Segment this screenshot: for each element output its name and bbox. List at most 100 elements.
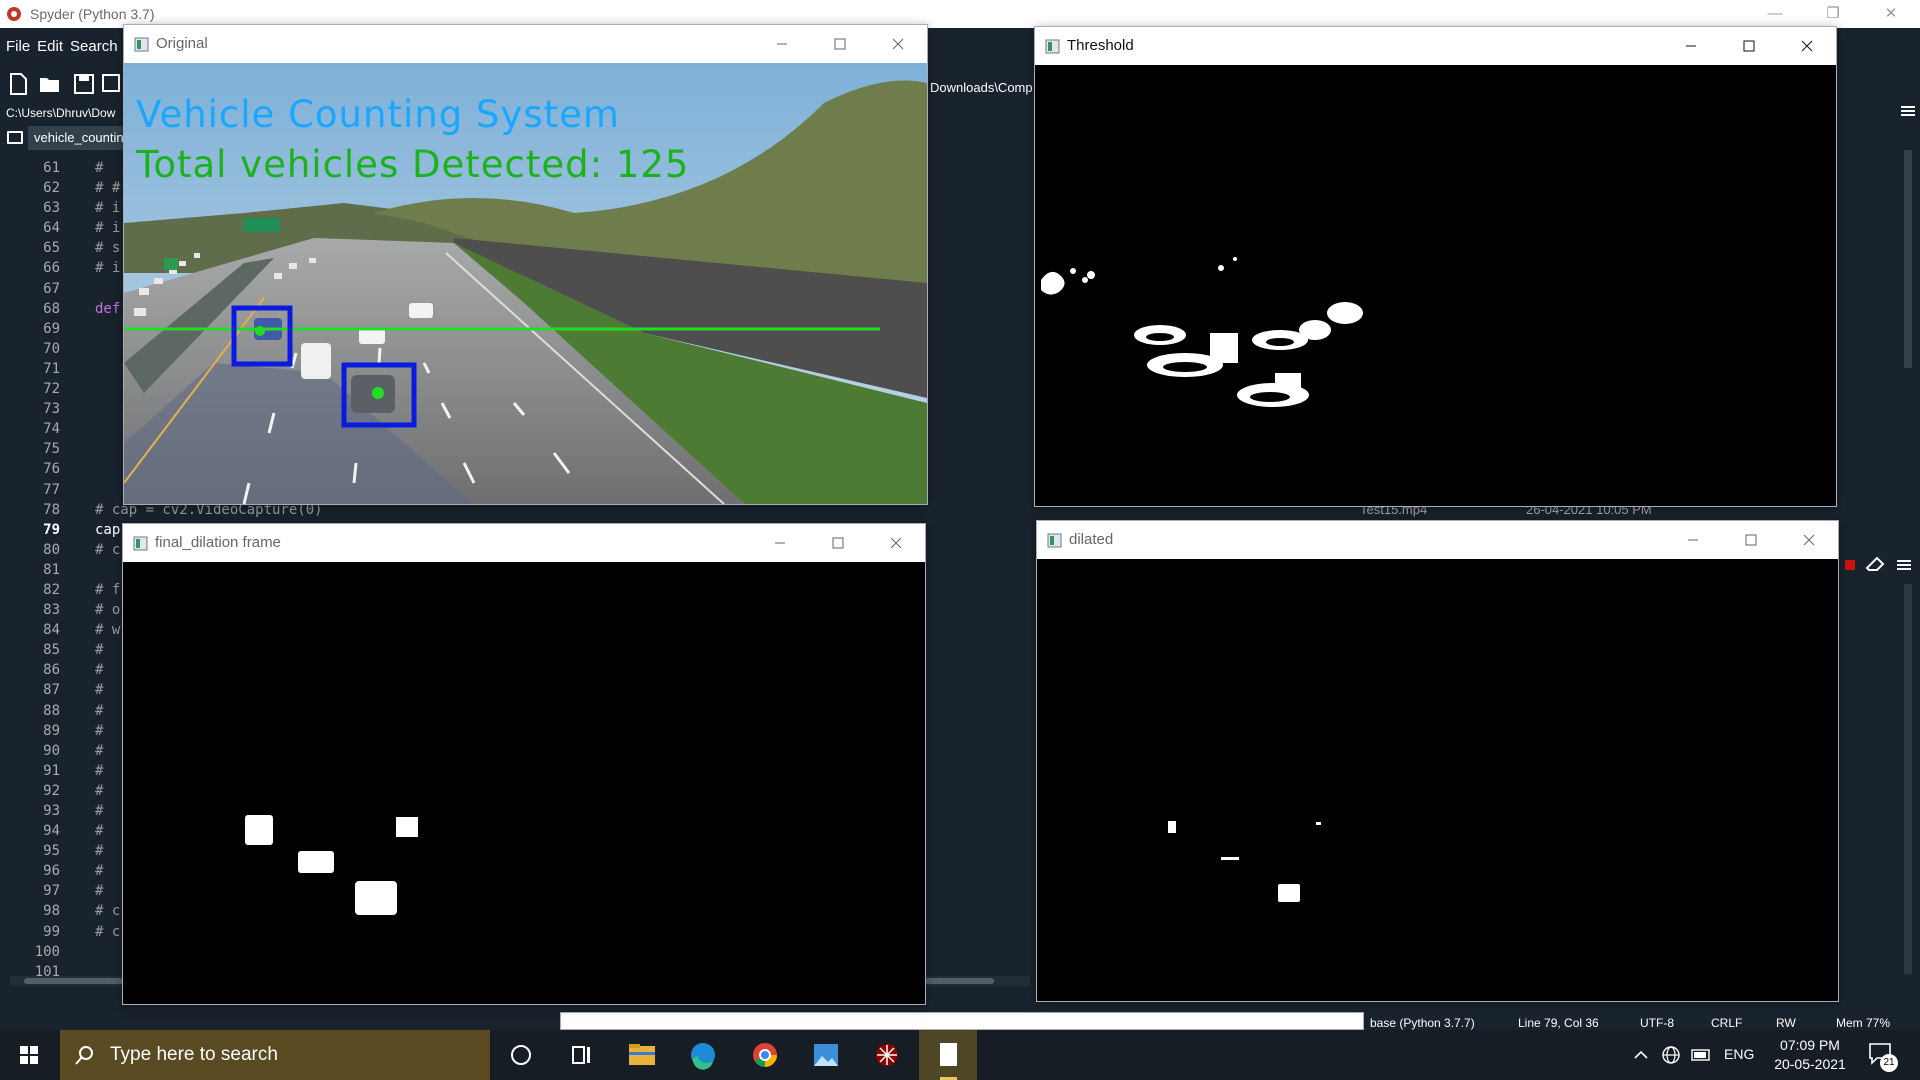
line-number: 63 xyxy=(43,200,60,217)
line-number: 94 xyxy=(43,823,60,840)
clear-console-icon[interactable] xyxy=(1865,556,1885,572)
status-permissions: RW xyxy=(1776,1016,1796,1030)
dilated-frame xyxy=(1037,559,1838,1001)
line-number-gutter: 61 62 63 64 65 66 67 68 69 70 71 72 73 74 75 76 77 78 79 80… xyxy=(0,158,60,982)
line-number: 86 xyxy=(43,662,60,679)
status-encoding: UTF-8 xyxy=(1640,1016,1674,1030)
show-hidden-icons-chevron-icon[interactable] xyxy=(1628,1030,1654,1080)
line-number: 64 xyxy=(43,220,60,237)
overlay-vehicle-count: Total vehicles Detected: 125 xyxy=(136,143,690,186)
save-all-icon[interactable] xyxy=(100,72,124,96)
status-eol: CRLF xyxy=(1711,1016,1743,1030)
close-icon[interactable] xyxy=(867,524,925,562)
dilated-blob xyxy=(298,851,334,873)
files-pane-path[interactable]: Downloads\Comp xyxy=(930,80,1033,95)
original-window-title: Original xyxy=(156,35,208,52)
line-number: 77 xyxy=(43,481,60,498)
dilated-blob xyxy=(1168,821,1176,833)
console-scrollbar[interactable] xyxy=(1904,584,1912,974)
restore-icon[interactable]: ❐ xyxy=(1804,0,1862,28)
line-number: 84 xyxy=(43,622,60,639)
language-indicator[interactable]: ENG xyxy=(1724,1046,1754,1062)
options-menu-icon[interactable] xyxy=(1901,104,1915,118)
window-app-icon xyxy=(134,37,149,52)
line-number: 65 xyxy=(43,240,60,257)
original-video-frame: Vehicle Counting System Total vehicles D… xyxy=(124,63,927,504)
network-globe-icon[interactable] xyxy=(1658,1030,1684,1080)
maximize-icon[interactable] xyxy=(811,25,869,63)
line-number: 78 xyxy=(43,501,60,518)
pane-scrollbar[interactable] xyxy=(1904,150,1912,368)
line-number: 79 xyxy=(43,521,60,538)
taskbar-search-box[interactable]: Type here to search xyxy=(60,1030,490,1080)
threshold-window[interactable]: Threshold xyxy=(1034,26,1837,507)
browse-tabs-icon[interactable] xyxy=(7,131,23,144)
maximize-icon[interactable] xyxy=(1722,521,1780,559)
battery-icon[interactable] xyxy=(1688,1030,1714,1080)
final-dilation-window-title: final_dilation frame xyxy=(155,534,281,551)
file-explorer-icon[interactable] xyxy=(613,1030,671,1080)
threshold-window-title: Threshold xyxy=(1067,37,1134,54)
stop-kernel-icon[interactable] xyxy=(1845,560,1855,570)
close-icon[interactable] xyxy=(1780,521,1838,559)
status-environment: base (Python 3.7.7) xyxy=(1370,1016,1475,1030)
taskbar-clock[interactable]: 07:09 PM 20-05-2021 xyxy=(1760,1036,1860,1074)
save-icon[interactable] xyxy=(72,72,96,96)
minimize-icon[interactable] xyxy=(1664,521,1722,559)
notepad-taskbar-icon[interactable] xyxy=(919,1030,977,1080)
notification-count: 21 xyxy=(1880,1054,1898,1072)
console-options-icon[interactable] xyxy=(1897,558,1911,572)
cortana-icon[interactable] xyxy=(492,1030,550,1080)
dilated-blob xyxy=(355,881,397,915)
dilated-blob xyxy=(1316,822,1321,825)
working-directory-path[interactable]: C:\Users\Dhruv\Dow xyxy=(6,106,115,120)
minimize-icon[interactable] xyxy=(753,25,811,63)
action-center-icon[interactable]: 21 xyxy=(1868,1042,1898,1072)
edge-browser-icon[interactable] xyxy=(674,1030,732,1080)
line-number: 96 xyxy=(43,863,60,880)
line-number: 81 xyxy=(43,561,60,578)
spyder-taskbar-icon[interactable] xyxy=(858,1030,916,1080)
editor-tab-vehicle-counting[interactable]: vehicle_counting xyxy=(28,126,128,150)
line-number: 68 xyxy=(43,300,60,317)
windows-start-icon[interactable] xyxy=(0,1030,58,1080)
menu-search[interactable]: Search xyxy=(70,38,118,55)
hidden-window-strip[interactable] xyxy=(560,1012,1364,1030)
minimize-icon[interactable]: — xyxy=(1746,0,1804,28)
right-side-pane xyxy=(1837,64,1920,994)
spyder-app-icon xyxy=(7,7,21,21)
original-window[interactable]: Original Vehicle Counting System Total v… xyxy=(123,24,928,505)
menu-file[interactable]: File xyxy=(6,38,30,55)
open-folder-icon[interactable] xyxy=(38,72,62,96)
minimize-icon[interactable] xyxy=(1662,27,1720,65)
window-app-icon xyxy=(1047,533,1062,548)
task-view-icon[interactable] xyxy=(552,1030,610,1080)
final-dilation-window[interactable]: final_dilation frame xyxy=(122,523,926,1005)
minimize-icon[interactable] xyxy=(751,524,809,562)
chrome-browser-icon[interactable] xyxy=(736,1030,794,1080)
line-number: 100 xyxy=(34,943,60,960)
final-dilation-window-titlebar[interactable]: final_dilation frame xyxy=(123,524,925,562)
maximize-icon[interactable] xyxy=(809,524,867,562)
original-window-titlebar[interactable]: Original xyxy=(124,25,927,63)
menu-edit[interactable]: Edit xyxy=(37,38,63,55)
close-icon[interactable] xyxy=(869,25,927,63)
line-number: 72 xyxy=(43,381,60,398)
photos-app-icon[interactable] xyxy=(797,1030,855,1080)
close-icon[interactable]: ✕ xyxy=(1862,0,1920,28)
dilated-window[interactable]: dilated xyxy=(1036,520,1839,1002)
close-icon[interactable] xyxy=(1778,27,1836,65)
threshold-window-titlebar[interactable]: Threshold xyxy=(1035,27,1836,65)
line-number: 85 xyxy=(43,642,60,659)
line-number: 98 xyxy=(43,903,60,920)
line-number: 61 xyxy=(43,160,60,176)
line-number: 75 xyxy=(43,441,60,458)
new-file-icon[interactable] xyxy=(6,72,30,96)
line-number: 99 xyxy=(43,923,60,940)
dilated-window-titlebar[interactable]: dilated xyxy=(1037,521,1838,559)
line-number: 66 xyxy=(43,260,60,277)
line-number: 89 xyxy=(43,722,60,739)
dilated-blob xyxy=(1278,884,1300,902)
maximize-icon[interactable] xyxy=(1720,27,1778,65)
line-number: 93 xyxy=(43,803,60,819)
